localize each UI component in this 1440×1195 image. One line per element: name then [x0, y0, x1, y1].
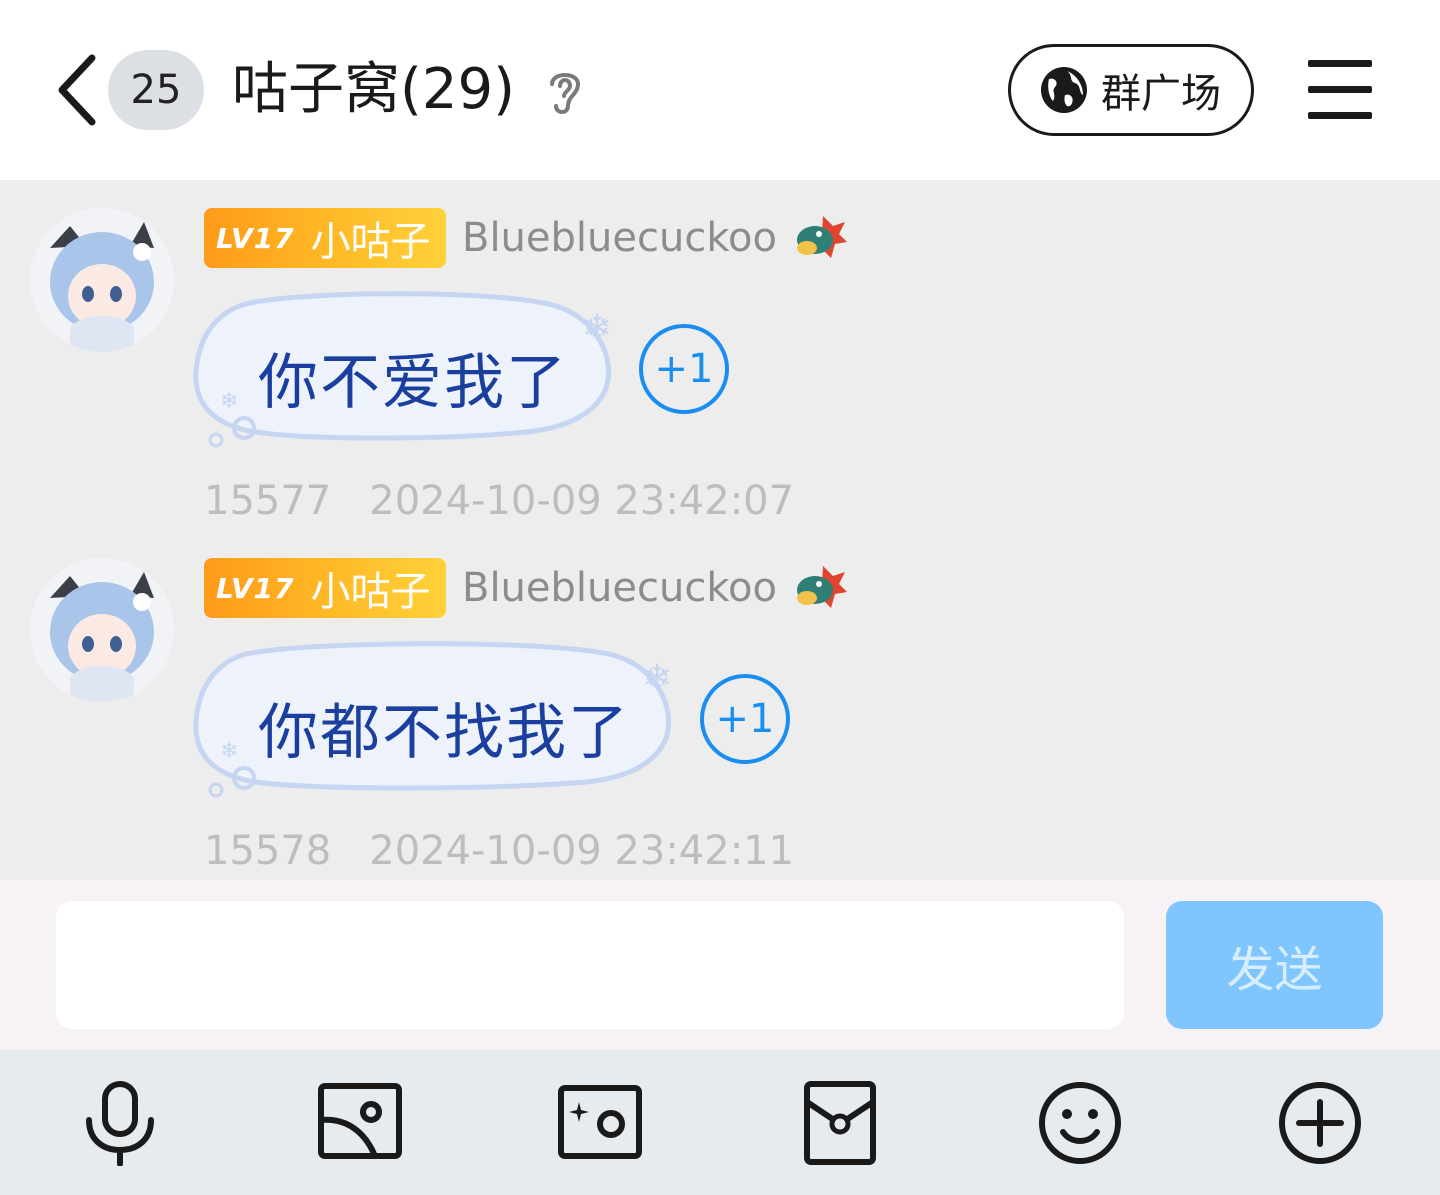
message-footer: 15577 2024-10-09 23:42:07 — [204, 478, 794, 524]
globe-icon — [1041, 67, 1087, 113]
group-square-label: 群广场 — [1101, 71, 1221, 117]
sender-nickname[interactable]: Bluebluecuckoo — [462, 215, 777, 261]
rank-label: 小咕子 — [310, 219, 431, 265]
message-text: 你不爱我了 — [258, 348, 568, 418]
dragon-badge-icon — [797, 566, 847, 608]
level-badge: LV17 小咕子 — [204, 558, 446, 618]
plus-one-button[interactable]: +1 — [700, 674, 790, 764]
plus-icon[interactable] — [1277, 1080, 1363, 1166]
sender-meta: LV17 小咕子 Bluebluecuckoo — [204, 208, 849, 268]
message-item: LV17 小咕子 Bluebluecuckoo ❄ ❄ 你都不找我了 +1 15… — [0, 530, 1440, 880]
message-text: 你都不找我了 — [258, 698, 630, 768]
plus-one-button[interactable]: +1 — [639, 324, 729, 414]
image-icon[interactable] — [317, 1080, 403, 1166]
svg-text:❄: ❄ — [642, 658, 672, 699]
avatar[interactable] — [30, 558, 174, 702]
message-timestamp: 2024-10-09 23:42:11 — [369, 828, 795, 874]
rank-label: 小咕子 — [310, 569, 431, 615]
group-title[interactable]: 咕子窝(29) — [232, 52, 515, 128]
sender-meta: LV17 小咕子 Bluebluecuckoo — [204, 558, 849, 618]
level-label: LV17 — [216, 221, 295, 255]
group-square-button[interactable]: 群广场 — [1008, 44, 1254, 136]
message-item: LV17 小咕子 Bluebluecuckoo ❄ ❄ 你不爱我了 +1 155… — [0, 180, 1440, 530]
camera-icon[interactable] — [557, 1080, 643, 1166]
send-button[interactable]: 发送 — [1166, 901, 1383, 1029]
composer: 发送 — [0, 880, 1440, 1050]
dragon-badge-icon — [797, 216, 847, 258]
unread-count-badge[interactable]: 25 — [108, 50, 204, 130]
message-timestamp: 2024-10-09 23:42:07 — [369, 478, 795, 524]
svg-text:❄: ❄ — [220, 389, 238, 414]
earpiece-mode-icon[interactable] — [544, 66, 586, 118]
message-sequence: 15577 — [204, 478, 332, 524]
avatar[interactable] — [30, 208, 174, 352]
emoji-icon[interactable] — [1037, 1080, 1123, 1166]
input-toolbar — [0, 1050, 1440, 1195]
microphone-icon[interactable] — [77, 1080, 163, 1166]
message-footer: 15578 2024-10-09 23:42:11 — [204, 828, 794, 874]
menu-icon[interactable] — [1308, 60, 1372, 120]
message-list[interactable]: LV17 小咕子 Bluebluecuckoo ❄ ❄ 你不爱我了 +1 155… — [0, 180, 1440, 880]
message-sequence: 15578 — [204, 828, 332, 874]
level-label: LV17 — [216, 571, 295, 605]
message-bubble[interactable]: ❄ ❄ 你不爱我了 — [186, 288, 626, 448]
svg-text:❄: ❄ — [582, 308, 612, 349]
chat-header: 25 咕子窝(29) 群广场 — [0, 0, 1440, 180]
message-bubble[interactable]: ❄ ❄ 你都不找我了 — [186, 638, 686, 798]
sender-nickname[interactable]: Bluebluecuckoo — [462, 565, 777, 611]
red-packet-icon[interactable] — [797, 1080, 883, 1166]
back-arrow-icon[interactable] — [52, 52, 102, 128]
svg-text:❄: ❄ — [220, 739, 238, 764]
message-input[interactable] — [56, 901, 1124, 1029]
level-badge: LV17 小咕子 — [204, 208, 446, 268]
